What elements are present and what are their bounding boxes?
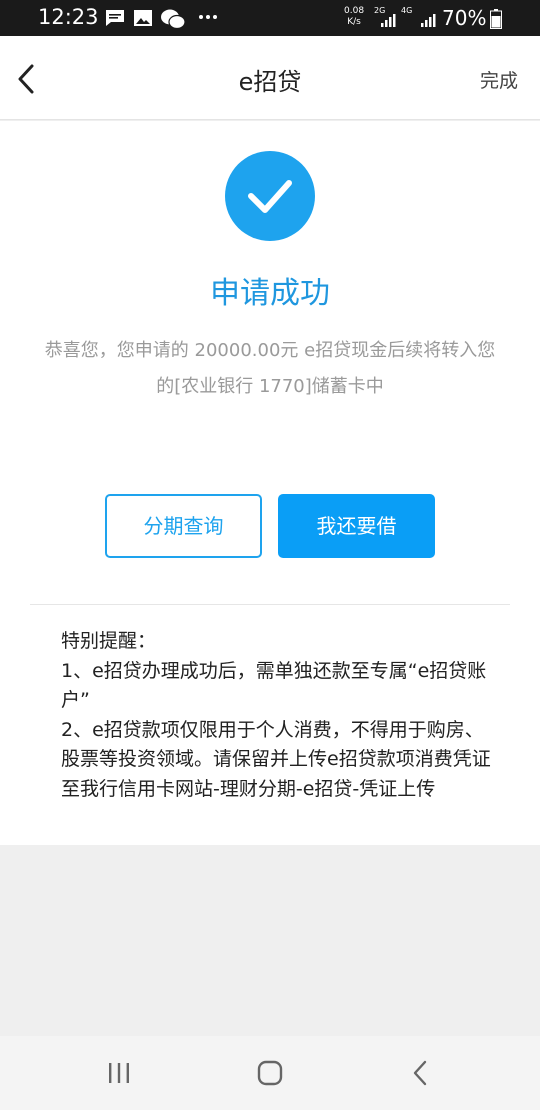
success-badge xyxy=(225,151,315,241)
page-title: e招贷 xyxy=(238,68,302,96)
check-icon xyxy=(248,180,292,213)
wechat-icon xyxy=(160,8,186,34)
notice-heading: 特别提醒： xyxy=(61,630,157,652)
signal-icon xyxy=(380,12,396,32)
success-message: 恭喜您，您申请的 20000.00元 e招贷现金后续将转入您 的[农业银行 17… xyxy=(24,333,516,405)
network-speed: 0.08 K/s xyxy=(344,6,364,28)
message-icon xyxy=(104,8,126,32)
special-notice: 特别提醒： 1、e招贷办理成功后，需单独还款至专属“e招贷账户” 2、e招贷款项… xyxy=(61,627,491,804)
net-speed-unit: K/s xyxy=(347,17,361,27)
notice-item: 2、e招贷款项仅限用于个人消费，不得用于购房、股票等投资领域。请保留并上传e招贷… xyxy=(61,718,491,800)
back-icon[interactable] xyxy=(408,1060,434,1090)
divider xyxy=(30,604,510,605)
net-speed-value: 0.08 xyxy=(344,6,365,16)
result-panel: 申请成功 恭喜您，您申请的 20000.00元 e招贷现金后续将转入您 的[农业… xyxy=(0,121,540,845)
home-icon[interactable] xyxy=(256,1060,284,1090)
status-time: 12:23 xyxy=(38,5,99,29)
borrow-more-button[interactable]: 我还要借 xyxy=(278,494,435,558)
installment-query-button[interactable]: 分期查询 xyxy=(105,494,262,558)
nav-bar: e招贷 完成 xyxy=(0,36,540,120)
system-nav-bar xyxy=(0,1036,540,1110)
battery-icon xyxy=(490,9,502,33)
done-button[interactable]: 完成 xyxy=(480,66,518,93)
sim2-label: 4G xyxy=(401,6,413,15)
success-message-line: 恭喜您，您申请的 20000.00元 e招贷现金后续将转入您 xyxy=(44,340,496,361)
battery-percent: 70% xyxy=(442,6,487,30)
signal-icon xyxy=(418,12,436,32)
recent-apps-icon[interactable] xyxy=(106,1060,132,1090)
notice-item: 1、e招贷办理成功后，需单独还款至专属“e招贷账户” xyxy=(61,659,487,712)
success-title: 申请成功 xyxy=(210,276,330,311)
image-icon xyxy=(133,8,153,32)
success-message-line: 的[农业银行 1770]储蓄卡中 xyxy=(156,376,384,397)
status-bar: 12:23 0.08 K/s 2G 4G 70% xyxy=(0,0,540,36)
more-icon xyxy=(198,9,218,28)
